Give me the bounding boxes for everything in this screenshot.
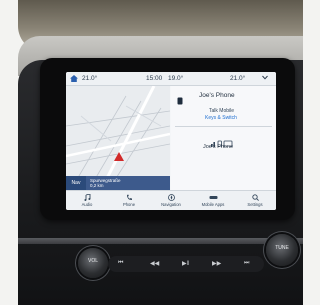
cabin-temperature: 19.0° [168,75,184,82]
connected-phone-name: Joe's Phone [203,144,234,150]
music-note-icon [83,194,90,201]
distance-to-turn: 0,2 km [90,183,104,188]
phone-icon [126,194,132,200]
compass-icon [167,194,175,201]
infotainment-screen: 21.0° 15:00 19.0° 21.0° Nav Spurwegstraß… [66,72,276,210]
search-icon [251,194,259,201]
knob-label: VOL [87,258,98,264]
phone-name: Joe's Phone [199,92,235,99]
map-roads [66,86,170,190]
bottom-nav-bar: Audio Phone Navigation Mobile Apps Setti… [66,190,276,210]
skip-back-icon[interactable]: ◀◀ [150,260,159,267]
media-control-bar: ⏮ ◀◀ ▶‖ ▶▶ ⏭ [108,256,264,272]
nav-item-settings[interactable]: Settings [234,191,276,210]
navigation-map[interactable]: Nav Spurwegstraße 0,2 km [66,86,170,190]
map-info-bar: Nav Spurwegstraße 0,2 km [66,176,170,190]
nav-item-label: Settings [247,202,263,207]
tune-knob[interactable]: TUNE [266,234,298,266]
nav-item-label: Phone [122,202,136,207]
nav-item-label: Mobile Apps [201,202,225,207]
skip-forward-icon[interactable]: ▶▶ [212,260,221,267]
volume-knob[interactable]: VOL [78,248,108,278]
carrier-name: Talk Mobile [209,108,235,114]
nav-item-label: Navigation [161,202,181,207]
apps-icon [209,196,217,199]
vehicle-position-icon [114,152,124,161]
car-dashboard-photo: 21.0° 15:00 19.0° 21.0° Nav Spurwegstraß… [0,0,303,305]
info-icon [177,92,183,110]
phone-panel[interactable]: Joe's Phone Talk Mobile Keys & Switch Jo… [171,86,276,190]
nav-item-mobile-apps[interactable]: Mobile Apps [192,191,234,210]
home-icon[interactable] [70,75,78,84]
phone-link[interactable]: Keys & Switch [205,115,237,121]
seek-forward-icon[interactable]: ⏭ [244,260,249,267]
divider [175,126,272,127]
trim-strip [18,238,303,244]
chevron-down-icon[interactable] [262,75,268,82]
play-pause-icon[interactable]: ▶‖ [182,260,189,267]
right-temperature[interactable]: 21.0° [230,75,245,82]
nav-badge: Nav [66,176,86,190]
nav-item-label: Audio [81,202,93,207]
status-bar: 21.0° 15:00 19.0° 21.0° [66,72,276,86]
knob-label: TUNE [275,245,289,251]
nav-item-audio[interactable]: Audio [66,191,108,210]
nav-item-phone[interactable]: Phone [108,191,150,210]
clock: 15:00 [146,75,163,82]
outside-temperature: 21.0° [82,75,98,82]
seek-back-icon[interactable]: ⏮ [118,260,123,267]
nav-item-navigation[interactable]: Navigation [150,191,192,210]
